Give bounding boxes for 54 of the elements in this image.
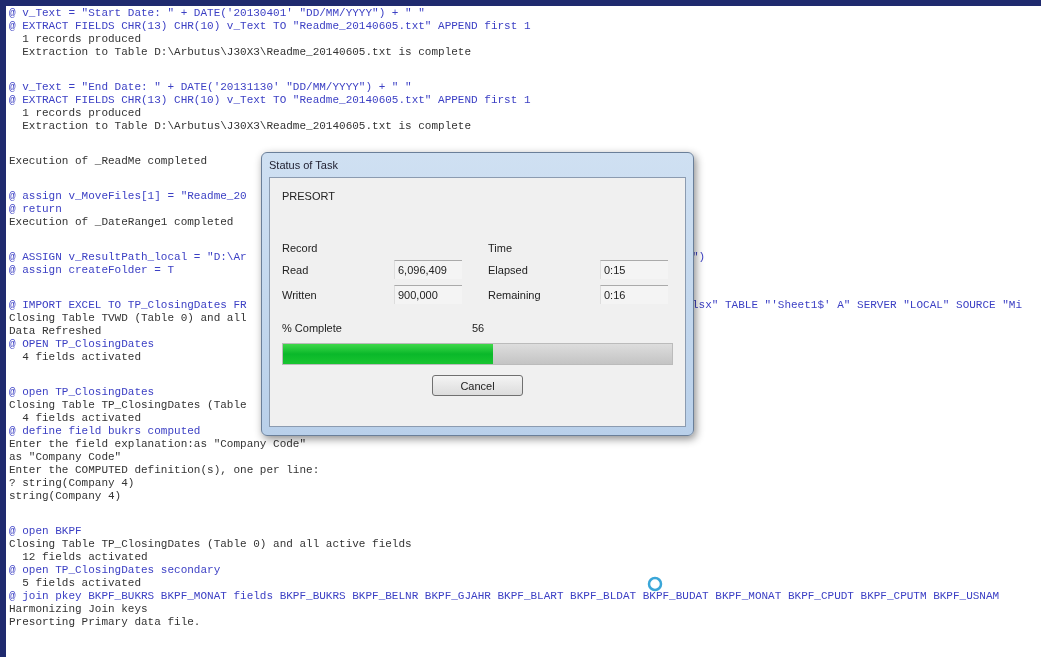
output-line: 12 fields activated (21, 551, 148, 564)
output-line: Presorting Primary data file. (9, 616, 201, 629)
command-line: @ ASSIGN v_ResultPath_local = "D:\Ar (9, 251, 247, 263)
output-line: Data Refreshed (9, 325, 102, 338)
output-line: Execution of _ReadMe completed (9, 155, 208, 168)
command-line: @ open TP_ClosingDates secondary (9, 564, 221, 577)
output-line: 5 fields activated (21, 577, 142, 590)
command-line: @ return (9, 203, 62, 216)
complete-value: 56 (472, 322, 486, 334)
output-line: Enter the COMPUTED definition(s), one per line: (9, 464, 320, 477)
output-line: Closing Table TVWD (Table 0) and all (9, 312, 247, 325)
command-line: @ join pkey BKPF_BUKRS BKPF_MONAT fields BKPF_BUKRS BKPF_BELNR BKPF_GJAHR BKPF_BLART BKPF_BLDAT BKPF_BUDAT BKPF_MONAT BKPF_CPUDT BKPF_CPUTM BKPF_USNAM (9, 590, 1000, 603)
command-line: @ define field bukrs computed (9, 425, 201, 438)
command-line: @ IMPORT EXCEL TO TP_ClosingDates FR (9, 299, 247, 311)
output-line: string(Company 4) (9, 490, 122, 503)
command-line: @ EXTRACT FIELDS CHR(13) CHR(10) v_Text TO "Readme_20140605.txt" APPEND first 1 (9, 20, 531, 33)
loading-spinner-icon (647, 576, 663, 592)
stat-value: 6,096,409 (394, 260, 462, 279)
command-line: @ v_Text = "Start Date: " + DATE('20130401' "DD/MM/YYYY") + " " (9, 7, 425, 20)
output-line: Closing Table TP_ClosingDates (Table (9, 399, 247, 412)
command-line: @ open BKPF (9, 525, 82, 538)
command-line: @ assign v_MoveFiles[1] = "Readme_20 (9, 190, 247, 203)
command-line: @ assign createFolder = T (9, 264, 175, 277)
output-line: 4 fields activated (21, 351, 142, 364)
stat-label: Elapsed (488, 263, 529, 276)
task-name: PRESORT (282, 190, 336, 202)
output-line: Enter the field explanation:as "Company Code" (9, 438, 307, 451)
stat-value: 0:15 (600, 260, 668, 279)
output-line: 1 records produced (21, 33, 142, 46)
stat-value: 0:16 (600, 285, 668, 304)
dialog-title: Status of Task (269, 158, 339, 173)
cancel-button[interactable]: Cancel (432, 375, 523, 396)
stat-label: Written (282, 288, 318, 301)
stat-label: Read (282, 263, 310, 276)
output-line: 1 records produced (21, 107, 142, 120)
command-line: lsx" TABLE "'Sheet1$' A" SERVER "LOCAL" SOURCE "Mi (692, 299, 1023, 312)
output-line: as "Company Code" (9, 451, 122, 464)
output-line: Extraction to Table D:\Arbutus\J30X3\Readme_20140605.txt is complete (21, 120, 472, 133)
stat-label: Remaining (488, 288, 542, 301)
group-heading: Record (282, 242, 319, 254)
output-line: ? string(Company 4) (9, 477, 135, 490)
output-line: Extraction to Table D:\Arbutus\J30X3\Readme_20140605.txt is complete (21, 46, 472, 59)
command-line: @ v_Text = "End Date: " + DATE('20131130' "DD/MM/YYYY") + " " (9, 81, 412, 94)
complete-label: % Complete (282, 322, 343, 334)
output-line: Closing Table TP_ClosingDates (Table 0) and all active fields (9, 538, 412, 551)
output-line: 4 fields activated (21, 412, 142, 425)
command-line: @ open TP_ClosingDates (9, 386, 155, 399)
command-line: ") (692, 251, 706, 264)
output-line: Execution of _DateRange1 completed (9, 216, 234, 229)
command-line: @ OPEN TP_ClosingDates (9, 338, 155, 351)
stat-value: 900,000 (394, 285, 462, 304)
group-heading: Time (488, 242, 514, 254)
command-line: @ EXTRACT FIELDS CHR(13) CHR(10) v_Text TO "Readme_20140605.txt" APPEND first 1 (9, 94, 531, 107)
output-line: Harmonizing Join keys (9, 603, 148, 616)
